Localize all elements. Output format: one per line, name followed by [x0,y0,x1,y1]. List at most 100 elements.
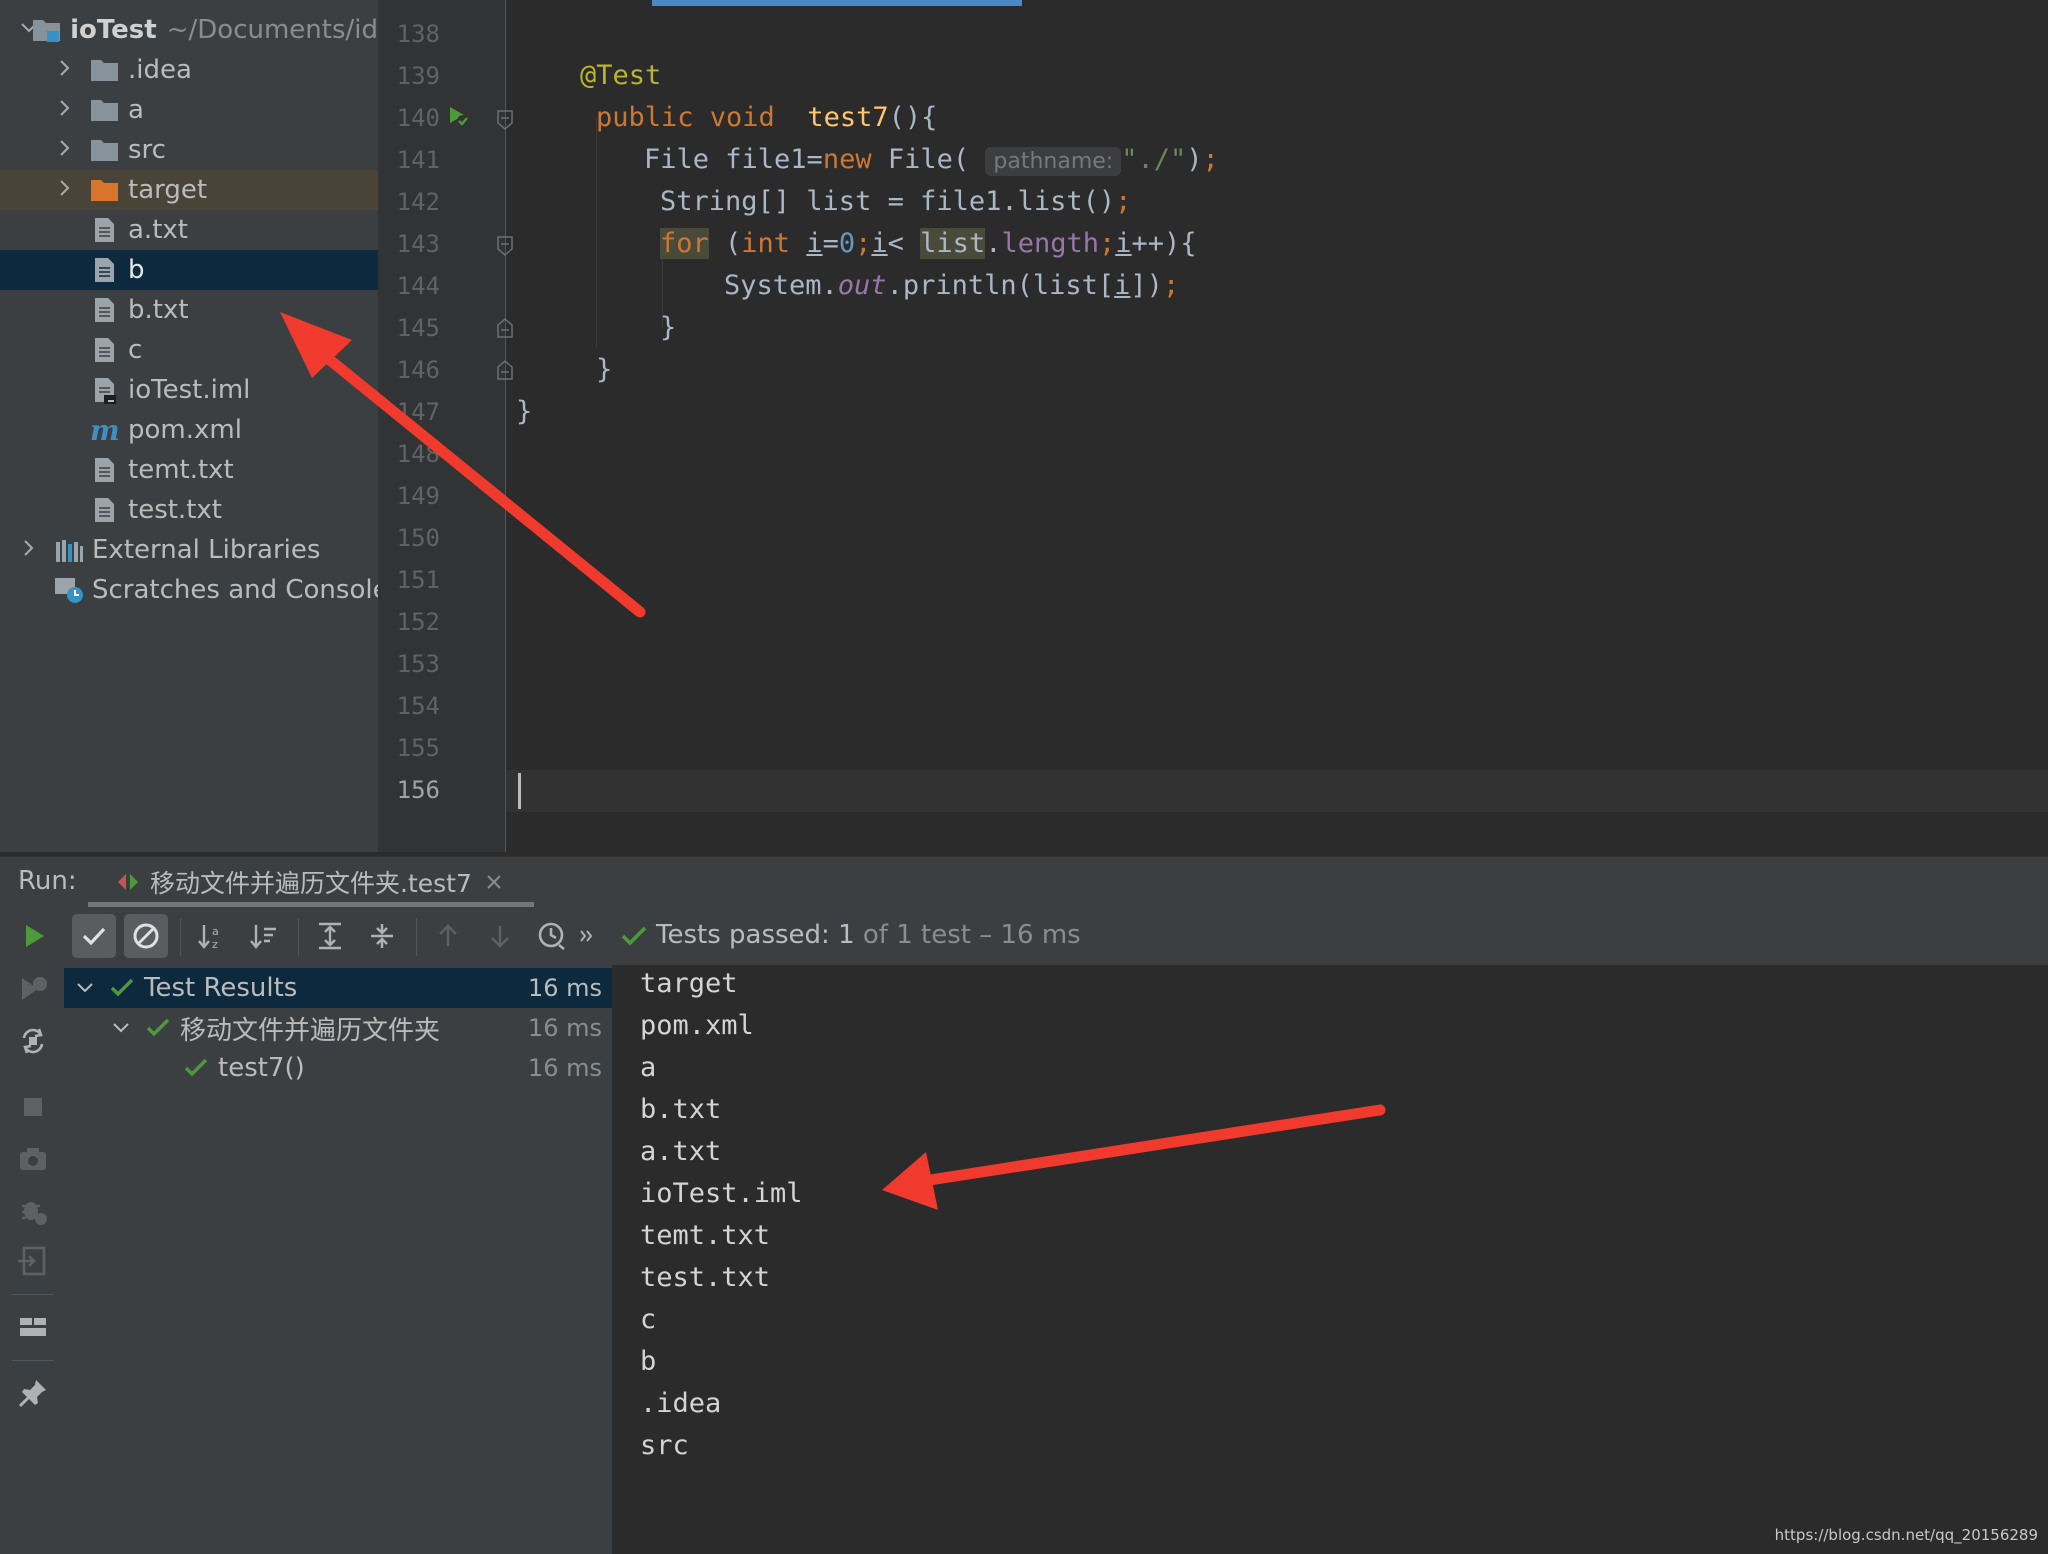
result-row-class[interactable]: 移动文件并遍历文件夹 16 ms [64,1008,612,1048]
tree-item-a-txt[interactable]: a.txt [0,210,378,250]
console-line: src [640,1430,689,1461]
line-number: 141 [396,146,440,174]
collapse-all-button[interactable] [360,914,404,958]
line-number: 150 [396,524,440,552]
text-file-icon [90,336,120,364]
console-line: c [640,1304,657,1335]
tree-item-iotest-iml[interactable]: ioTest.iml [0,370,378,410]
play-icon [26,925,44,947]
test-config-icon [118,874,138,890]
bug-settings-icon[interactable] [16,1194,50,1228]
scratches-icon [54,576,84,604]
next-failed-button[interactable] [478,914,522,958]
tree-item-b[interactable]: b [0,250,378,290]
expand-all-button[interactable] [308,914,352,958]
console-line: test.txt [640,1262,771,1293]
tree-root-iotest[interactable]: ioTest ~/Documents/id [0,10,378,50]
more-actions-button[interactable] [572,914,602,958]
chevron-down-icon[interactable] [112,1019,130,1037]
console-line: ioTest.iml [640,1178,803,1209]
tree-item-label: a [128,95,144,125]
rerun-button[interactable] [12,914,56,958]
sort-by-duration-button[interactable] [242,914,286,958]
stop-icon[interactable] [16,1090,50,1124]
code-line-141: File file1=new File( pathname: "./"); [644,144,1219,176]
tree-item-a-folder[interactable]: a [0,90,378,130]
sort-alphabetically-button[interactable]: az [190,914,234,958]
tree-item-label: .idea [128,55,192,85]
console-output[interactable] [612,965,2048,1554]
chevron-down-icon[interactable] [76,979,94,997]
fold-marker-icon[interactable] [497,110,513,130]
code-line-140: public void test7(){ [596,102,938,133]
watermark: https://blog.csdn.net/qq_20156289 [1774,1526,2038,1544]
result-row-root[interactable]: Test Results 16 ms [64,968,612,1008]
text-file-icon [90,216,120,244]
code-line-147: } [516,396,533,427]
text-file-icon [90,496,120,524]
result-label: test7() [218,1053,305,1083]
fold-end-marker-icon[interactable] [497,360,513,380]
tree-item-test-txt[interactable]: test.txt [0,490,378,530]
tree-item-pom-xml[interactable]: m pom.xml [0,410,378,450]
run-tab[interactable]: 移动文件并遍历文件夹.test7 [88,858,534,906]
chevron-right-icon[interactable] [54,170,76,210]
project-tool-window: ioTest ~/Documents/id .idea a src target… [0,0,378,852]
folder-icon [90,56,120,84]
previous-failed-button[interactable] [426,914,470,958]
run-label: Run: [18,866,77,896]
line-number: 148 [396,440,440,468]
tree-item-temt-txt[interactable]: temt.txt [0,450,378,490]
console-line: a [640,1052,657,1083]
line-number: 147 [396,398,440,426]
folder-icon [90,136,120,164]
toolbar-separator [180,918,181,956]
result-time: 16 ms [527,1054,602,1082]
result-time: 16 ms [527,974,602,1002]
text-file-icon [90,456,120,484]
text-file-icon [90,256,120,284]
show-ignored-toggle[interactable] [124,914,168,958]
chevron-right-icon[interactable] [54,90,76,130]
module-folder-icon [32,16,62,44]
chevron-right-icon[interactable] [54,130,76,170]
tree-item-c[interactable]: c [0,330,378,370]
camera-icon[interactable] [16,1142,50,1176]
rerun-failed-icon[interactable] [16,972,50,1006]
line-number: 138 [396,20,440,48]
tree-item-idea[interactable]: .idea [0,50,378,90]
run-test-gutter-icon[interactable] [446,104,472,130]
code-line-146: } [596,354,613,385]
test-history-button[interactable] [530,914,574,958]
show-passed-toggle[interactable] [72,914,116,958]
tree-item-label: ioTest.iml [128,375,251,405]
tree-item-b-txt[interactable]: b.txt [0,290,378,330]
pin-icon[interactable] [16,1376,50,1410]
fold-end-marker-icon[interactable] [497,318,513,338]
check-icon [110,978,134,997]
check-icon [621,926,647,946]
layout-icon[interactable] [16,1310,50,1344]
fold-marker-icon[interactable] [497,236,513,256]
arrow-down-icon [491,926,509,948]
tree-item-external-libraries[interactable]: External Libraries [0,530,378,570]
chevron-right-icon[interactable] [54,50,76,90]
console-line: b.txt [640,1094,722,1125]
tree-item-src[interactable]: src [0,130,378,170]
tree-item-scratches[interactable]: Scratches and Consoles [0,570,378,610]
chevron-right-icon[interactable] [18,530,40,570]
console-line: a.txt [640,1136,722,1167]
tree-item-label: target [128,175,208,205]
toggle-auto-test-icon[interactable] [16,1024,50,1058]
tree-item-target[interactable]: target [0,170,378,210]
svg-text:z: z [212,938,218,951]
result-label: 移动文件并遍历文件夹 [180,1015,441,1046]
sidebar-separator [12,1360,54,1361]
import-tests-icon[interactable] [16,1244,50,1278]
result-row-method[interactable]: test7() 16 ms [64,1048,612,1088]
tree-item-label: Scratches and Consoles [92,575,378,605]
console-line: target [640,968,738,999]
line-number: 151 [396,566,440,594]
close-icon[interactable] [486,874,502,890]
indent-guide [596,118,597,348]
